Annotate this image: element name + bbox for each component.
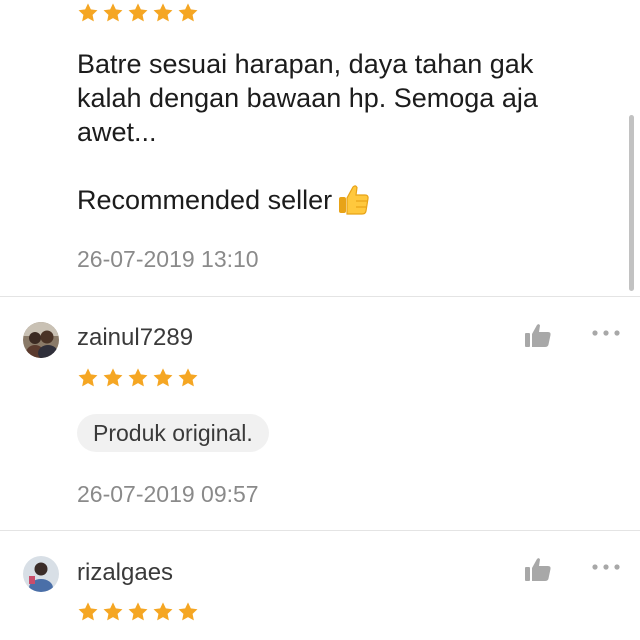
star-icon	[77, 601, 99, 623]
rating-stars	[77, 367, 199, 389]
divider	[0, 296, 640, 297]
scrollbar[interactable]	[629, 115, 634, 291]
star-icon	[177, 367, 199, 389]
more-dots-icon[interactable]	[591, 562, 621, 572]
thumbs-up-icon[interactable]	[524, 322, 552, 348]
star-icon	[177, 2, 199, 24]
star-icon	[102, 601, 124, 623]
star-icon	[177, 601, 199, 623]
review-body: Batre sesuai harapan, daya tahan gak kal…	[77, 49, 538, 147]
thumbs-up-emoji-icon	[339, 185, 369, 215]
more-dots-icon[interactable]	[591, 328, 621, 338]
rating-stars	[77, 601, 199, 623]
star-icon	[152, 2, 174, 24]
star-icon	[127, 367, 149, 389]
username[interactable]: zainul7289	[77, 324, 193, 352]
review-timestamp: 26-07-2019 13:10	[77, 246, 259, 272]
review-recommend-text: Recommended seller	[77, 185, 333, 215]
star-icon	[77, 367, 99, 389]
star-icon	[77, 2, 99, 24]
review-tag-chip: Produk original.	[77, 414, 269, 452]
star-icon	[102, 2, 124, 24]
review-body-line-2: Recommended seller	[77, 183, 577, 217]
user-photo-icon	[23, 556, 59, 592]
review-timestamp: 26-07-2019 09:57	[77, 481, 259, 507]
star-icon	[102, 367, 124, 389]
avatar[interactable]	[23, 556, 59, 592]
thumbs-up-icon[interactable]	[524, 556, 552, 582]
avatar[interactable]	[23, 322, 59, 358]
username[interactable]: rizalgaes	[77, 559, 173, 587]
star-icon	[127, 601, 149, 623]
star-icon	[127, 2, 149, 24]
user-photo-icon	[23, 322, 59, 358]
divider	[0, 530, 640, 531]
star-icon	[152, 367, 174, 389]
star-icon	[152, 601, 174, 623]
review-text: Batre sesuai harapan, daya tahan gak kal…	[77, 47, 577, 217]
rating-stars	[77, 2, 199, 24]
